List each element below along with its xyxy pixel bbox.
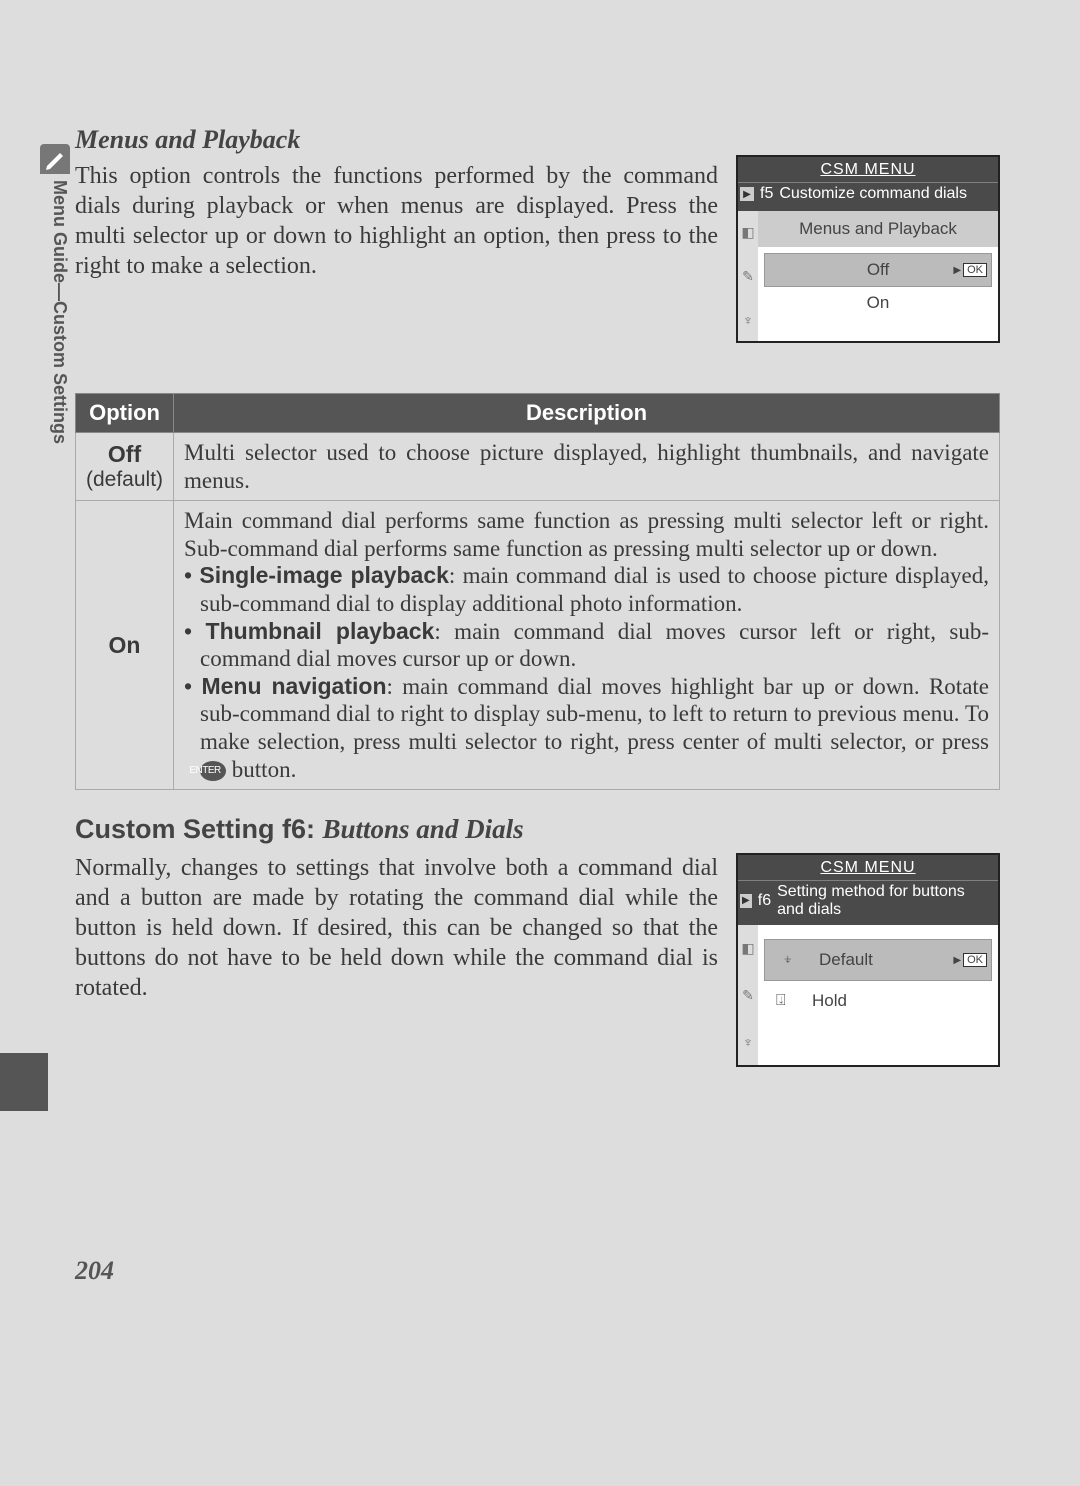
lcd-screenshot-f5: CSM MENU ▶ f5 Customize command dials ◧ … [736,155,1000,343]
thumb-tab [0,1053,48,1111]
wrench-icon: ♆ [743,312,754,328]
lcd1-code: f5 [760,185,773,203]
play-icon: ▶ [740,187,754,201]
lcd2-option-default: ⍖ Default OK [764,939,992,981]
press-icon: ⍖ [783,951,793,969]
table-row: Off (default) Multi selector used to cho… [76,433,1000,501]
ok-indicator: OK [963,953,987,967]
bullet-menu-nav: Menu navigation: main command dial moves… [184,673,989,783]
camera-icon: ◧ [741,224,754,241]
lcd1-menu-title: Menus and Playback [758,211,998,247]
page-number: 204 [75,1256,114,1286]
pencil-small-icon: ✎ [742,987,754,1004]
enter-icon: ENTER [200,761,226,781]
hold-icon: ⍗ [776,992,786,1010]
section2-title: Custom Setting f6: Buttons and Dials [75,814,1000,845]
section2-body: Normally, changes to settings that invol… [75,853,718,1003]
lcd2-code: f6 [758,892,771,910]
section1-body: This option controls the functions perfo… [75,161,718,281]
row1-option: On [86,632,163,659]
th-option: Option [76,394,174,433]
wrench-icon: ♆ [743,1034,754,1050]
options-table: Option Description Off (default) Multi s… [75,393,1000,790]
side-tab-label: Menu Guide—Custom Settings [40,180,70,500]
section1-subheading: Menus and Playback [75,125,718,155]
pencil-small-icon: ✎ [742,268,754,285]
play-icon: ▶ [740,894,752,908]
lcd2-option-hold: ⍗ Hold [758,981,998,1021]
row0-default: (default) [86,468,163,492]
lcd1-option-off: Off OK [764,253,992,287]
row0-option: Off [86,441,163,468]
manual-page: Menu Guide—Custom Settings Menus and Pla… [0,0,1080,1486]
lcd-side-icons: ◧ ✎ ♆ [738,211,758,341]
table-row: On Main command dial performs same funct… [76,501,1000,790]
lcd2-setting-label: Setting method for buttons and dials [777,883,992,918]
lcd-side-icons: ◧ ✎ ♆ [738,925,758,1065]
bullet-single-image: Single-image playback: main command dial… [184,562,989,617]
row1-intro: Main command dial performs same function… [184,507,989,562]
th-description: Description [174,394,1000,433]
camera-icon: ◧ [741,940,754,957]
lcd1-title: CSM MENU [820,161,915,178]
ok-indicator: OK [963,263,987,277]
pencil-icon [40,144,70,174]
lcd2-title: CSM MENU [820,859,915,876]
lcd-screenshot-f6: CSM MENU ▶ f6 Setting method for buttons… [736,853,1000,1067]
lcd1-option-on: On [758,287,998,319]
side-tab: Menu Guide—Custom Settings [40,144,70,504]
bullet-thumbnail: Thumbnail playback: main command dial mo… [184,618,989,673]
lcd1-setting-label: Customize command dials [779,185,967,203]
row0-description: Multi selector used to choose picture di… [174,433,1000,501]
